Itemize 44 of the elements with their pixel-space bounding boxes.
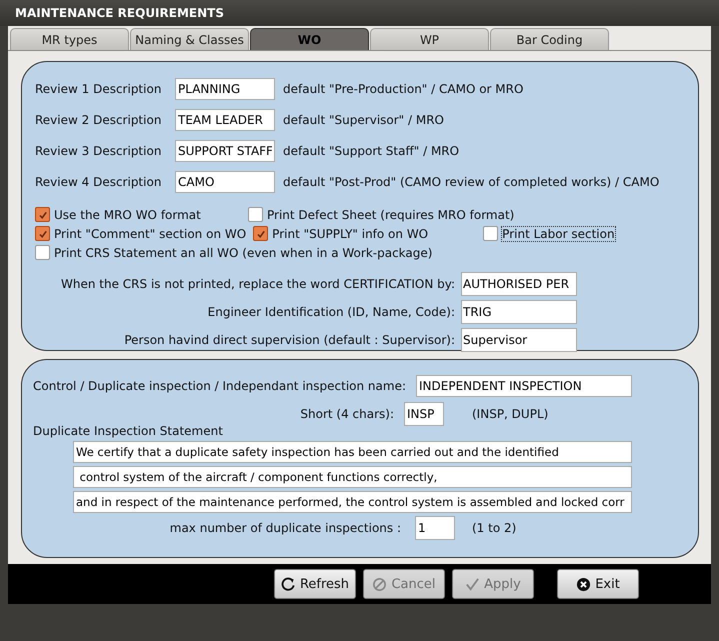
input-field[interactable]: SUPPORT STAFF xyxy=(175,140,275,162)
checkbox-label: Print Defect Sheet (requires MRO format) xyxy=(266,206,516,222)
tab[interactable]: MR types xyxy=(10,28,129,50)
checkbox-label: Use the MRO WO format xyxy=(53,206,202,222)
input-field[interactable]: INSP xyxy=(404,402,444,426)
field-label: Person havind direct supervision (default : Supervisor): xyxy=(123,333,455,347)
field-label: Review 2 Description xyxy=(35,112,162,126)
input-field[interactable]: PLANNING xyxy=(175,78,275,100)
field-label: When the CRS is not printed, replace the word CERTIFICATION by: xyxy=(60,277,455,291)
checkbox-label: Print "SUPPLY" info on WO xyxy=(271,226,430,242)
checkbox-label: Print "Comment" section on WO xyxy=(53,226,248,242)
field-hint: default "Pre-Production" / CAMO or MRO xyxy=(283,82,524,96)
tab[interactable]: Bar Coding xyxy=(490,28,609,50)
field-hint: default "Support Staff" / MRO xyxy=(283,144,460,158)
field-label: Short (4 chars): xyxy=(299,407,394,421)
field-label: max number of duplicate inspections : xyxy=(168,521,401,535)
input-field[interactable]: TRIG xyxy=(461,300,577,324)
tab[interactable]: Naming & Classes xyxy=(130,28,249,50)
field-label: Review 3 Description xyxy=(35,144,162,158)
statement-field[interactable]: and in respect of the maintenance performed, the control system is assembled and locked corr xyxy=(73,491,632,513)
input-field[interactable]: INDEPENDENT INSPECTION xyxy=(416,375,632,397)
checkbox-label: Print Labor section xyxy=(501,226,616,242)
field-label: Duplicate Inspection Statement xyxy=(33,424,223,438)
field-label: Control / Duplicate inspection / Independant inspection name: xyxy=(33,379,406,393)
input-field[interactable]: Supervisor xyxy=(461,328,577,352)
refresh-button[interactable]: Refresh xyxy=(274,569,356,599)
input-field[interactable]: AUTHORISED PER xyxy=(461,272,577,296)
tab[interactable]: WO xyxy=(250,28,369,50)
tab[interactable]: WP xyxy=(370,28,489,50)
statement-field[interactable]: We certify that a duplicate safety inspection has been carried out and the identified xyxy=(73,441,632,463)
field-hint: (1 to 2) xyxy=(472,521,516,535)
window-title: MAINTENANCE REQUIREMENTS xyxy=(15,6,224,20)
field-label: Review 1 Description xyxy=(35,82,162,96)
statement-field[interactable]: control system of the aircraft / component functions correctly, xyxy=(73,466,632,488)
field-label: Review 4 Description xyxy=(35,174,162,188)
checkbox-label: Print CRS Statement an all WO (even when in a Work-package) xyxy=(53,244,434,260)
field-label: Engineer Identification (ID, Name, Code): xyxy=(206,305,455,319)
input-field[interactable]: CAMO xyxy=(175,170,275,192)
field-hint: default "Supervisor" / MRO xyxy=(283,112,444,126)
input-field[interactable]: TEAM LEADER xyxy=(175,108,275,130)
exit-button[interactable]: Exit xyxy=(557,569,639,599)
input-field[interactable]: 1 xyxy=(415,516,455,540)
field-hint: default "Post-Prod" (CAMO review of completed works) / CAMO xyxy=(283,174,660,188)
field-hint: (INSP, DUPL) xyxy=(472,407,548,421)
